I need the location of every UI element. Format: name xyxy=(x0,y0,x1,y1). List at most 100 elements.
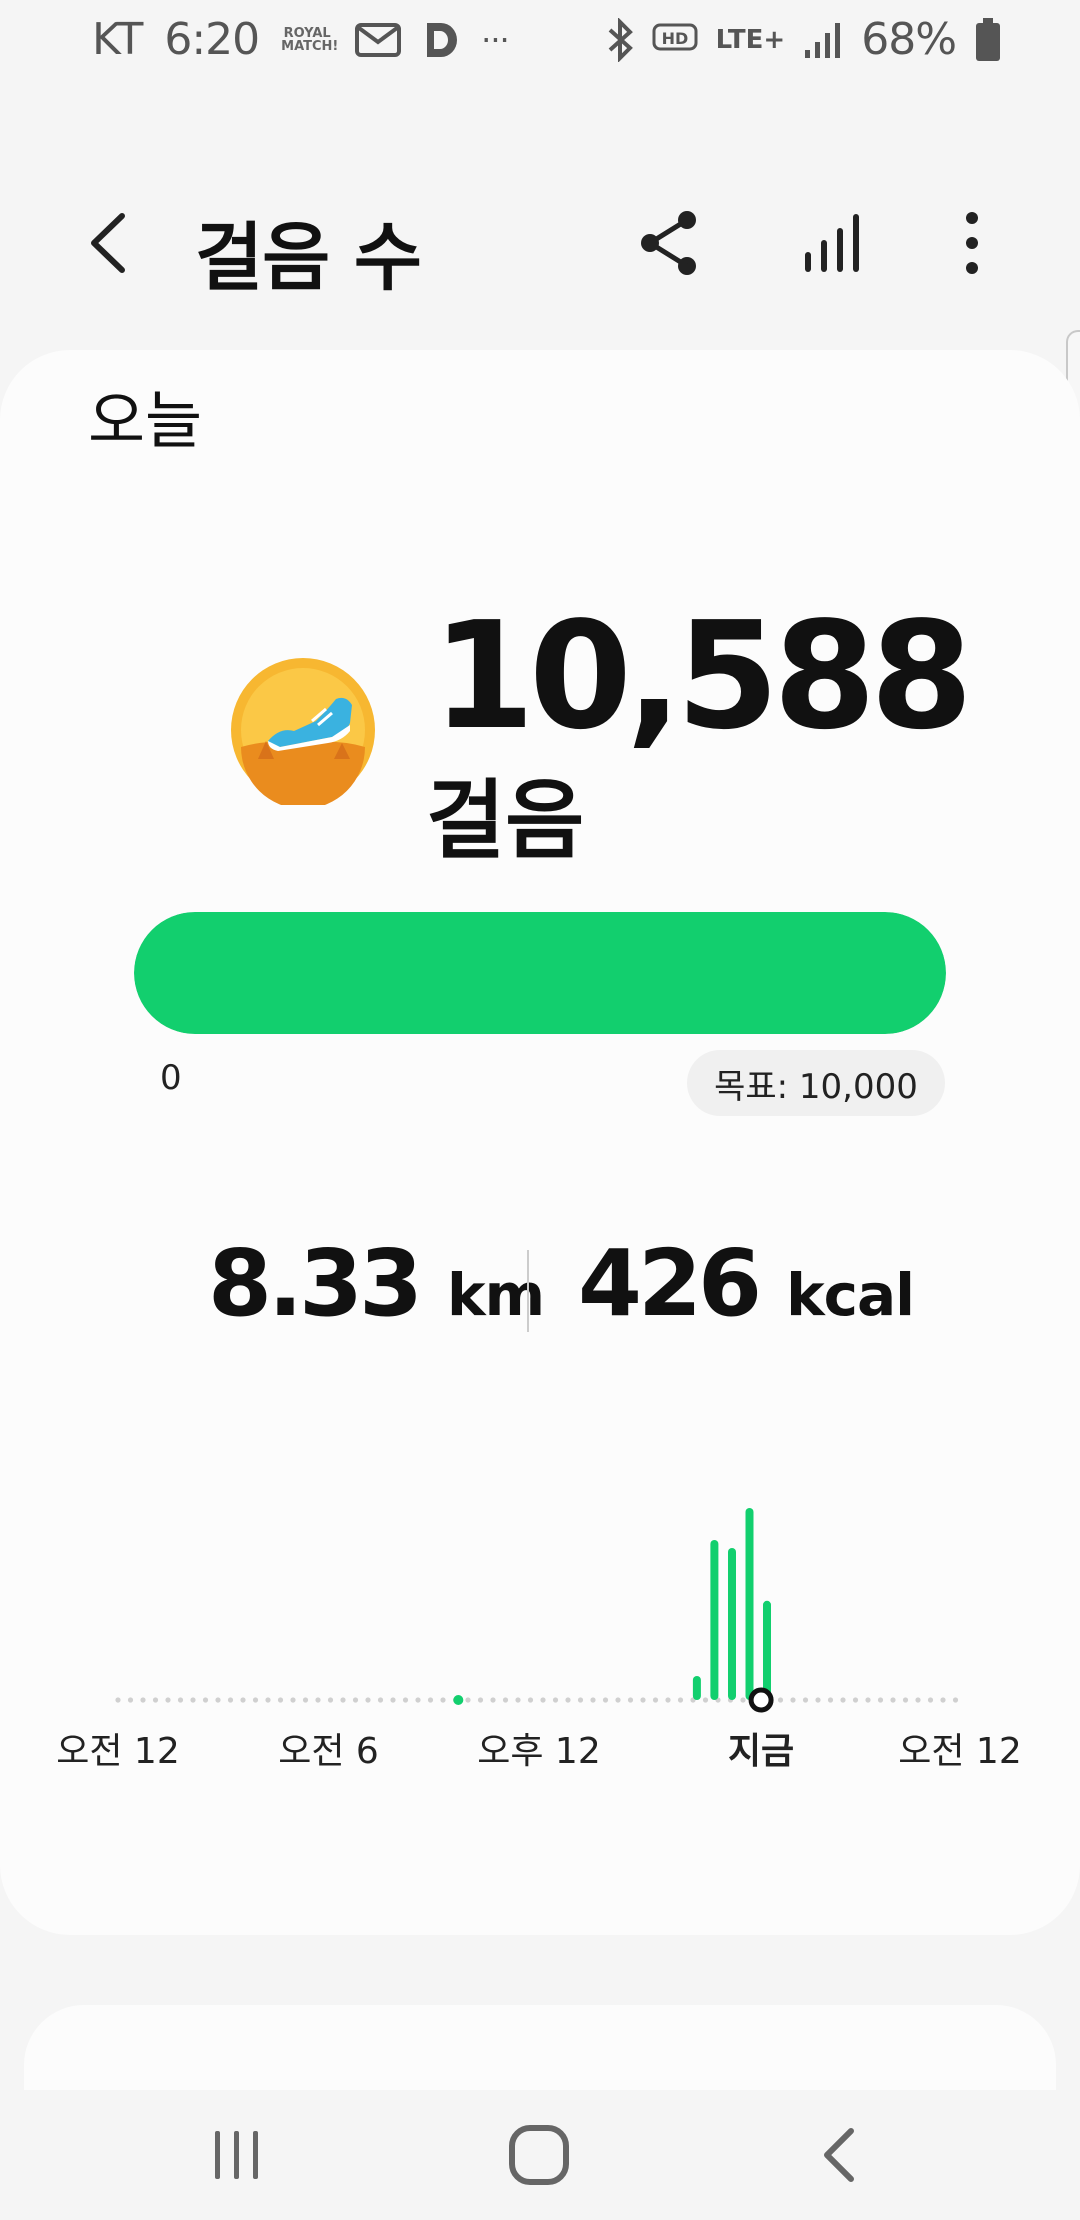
baseline-dot xyxy=(190,1697,196,1703)
baseline-dot xyxy=(615,1697,621,1703)
steps-unit: 걸음 xyxy=(426,771,585,871)
navigation-bar xyxy=(0,2090,1080,2220)
baseline-dot xyxy=(665,1697,671,1703)
bluetooth-icon xyxy=(606,17,634,62)
back-icon xyxy=(824,2128,854,2182)
baseline-dot xyxy=(402,1697,409,1703)
current-time-marker xyxy=(748,1687,774,1713)
baseline-dot xyxy=(540,1697,546,1703)
signal-icon xyxy=(803,20,843,60)
time-label: 오후 12 xyxy=(477,1731,601,1772)
baseline-dot xyxy=(565,1697,571,1703)
baseline-dot xyxy=(302,1697,309,1703)
baseline-dot xyxy=(490,1697,496,1703)
home-icon xyxy=(509,2125,569,2185)
baseline-dot xyxy=(802,1697,809,1703)
baseline-dot xyxy=(252,1697,259,1703)
baseline-dot xyxy=(240,1697,246,1703)
step-goal-progress-bar xyxy=(134,912,946,1034)
baseline-dot xyxy=(277,1697,284,1703)
baseline-dot xyxy=(177,1697,184,1703)
chart-bar xyxy=(710,1540,719,1700)
baseline-dot xyxy=(152,1697,159,1703)
baseline-dot xyxy=(927,1697,934,1703)
baseline-dot xyxy=(377,1697,384,1703)
period-label: 오늘 xyxy=(88,384,203,457)
baseline-dot xyxy=(390,1697,396,1703)
baseline-dot xyxy=(915,1697,921,1703)
status-right: HD LTE+ 68% xyxy=(606,14,1002,65)
baseline-dot xyxy=(952,1697,959,1703)
goal-button[interactable]: 목표: 10,000 xyxy=(687,1050,945,1116)
baseline-dot xyxy=(902,1697,909,1703)
baseline-dot xyxy=(427,1697,434,1703)
baseline-dot xyxy=(352,1697,359,1703)
calories-stat: 426 kcal xyxy=(578,1230,915,1337)
trends-button[interactable] xyxy=(798,208,868,278)
nav-back-button[interactable] xyxy=(796,2110,886,2200)
hd-voice-icon: HD xyxy=(652,23,698,57)
baseline-dot xyxy=(627,1697,634,1703)
time-label: 오전 6 xyxy=(278,1731,379,1772)
more-options-button[interactable] xyxy=(952,208,992,278)
distance-value: 8.33 xyxy=(208,1230,423,1337)
baseline-dot xyxy=(340,1697,346,1703)
baseline-dot xyxy=(477,1697,484,1703)
more-notifications: ··· xyxy=(481,20,509,59)
baseline-dot xyxy=(740,1697,746,1703)
svg-text:HD: HD xyxy=(661,29,688,48)
battery-percent: 68% xyxy=(861,14,957,65)
baseline-dot xyxy=(227,1697,234,1703)
progress-min-label: 0 xyxy=(160,1058,182,1098)
step-goal-badge-icon xyxy=(228,655,378,809)
baseline-dot xyxy=(790,1697,796,1703)
chart-bar xyxy=(763,1600,771,1700)
baseline-dot xyxy=(202,1697,209,1703)
home-button[interactable] xyxy=(494,2110,584,2200)
share-button[interactable] xyxy=(635,208,705,278)
page-title: 걸음 수 xyxy=(195,215,422,301)
baseline-dot xyxy=(165,1697,171,1703)
hourly-steps-chart[interactable]: 오전 12 오전 6 오후 12 지금 오전 12 xyxy=(0,1480,1080,1810)
steps-card: 오늘 10,588 걸음 0 목표: 10,000 8.33 km 426 kc… xyxy=(0,350,1080,1935)
time-label: 오전 12 xyxy=(56,1731,180,1772)
chart-bar xyxy=(728,1548,736,1700)
baseline-dot xyxy=(940,1697,946,1703)
network-type: LTE+ xyxy=(715,24,786,55)
baseline-dot xyxy=(527,1697,534,1703)
screen: KT 6:20 ROYAL MATCH! ··· HD LTE+ 68% 걸음 … xyxy=(0,0,1080,2220)
baseline-dot xyxy=(890,1697,896,1703)
baseline-dot xyxy=(265,1697,271,1703)
chart-bar xyxy=(745,1508,754,1700)
baseline-dot xyxy=(215,1697,221,1703)
progress-fill xyxy=(134,912,946,1034)
baseline-dot xyxy=(852,1697,859,1703)
stats-row: 8.33 km 426 kcal xyxy=(0,1230,1080,1340)
baseline-dot xyxy=(515,1697,521,1703)
baseline-dot xyxy=(327,1697,334,1703)
time-label-now: 지금 xyxy=(727,1731,795,1772)
carrier: KT xyxy=(92,14,143,65)
royal-match-icon: ROYAL MATCH! xyxy=(281,25,339,54)
clock: 6:20 xyxy=(164,14,260,65)
recents-button[interactable] xyxy=(192,2110,282,2200)
baseline-dot xyxy=(652,1697,659,1703)
baseline-dot xyxy=(677,1697,684,1703)
baseline-dot xyxy=(577,1697,584,1703)
time-label: 오전 12 xyxy=(898,1731,1022,1772)
baseline-dot xyxy=(777,1697,784,1703)
stats-divider xyxy=(527,1250,529,1332)
baseline-dot xyxy=(365,1697,371,1703)
back-button[interactable] xyxy=(78,208,148,278)
chart-bar xyxy=(692,1676,701,1700)
baseline-dot xyxy=(877,1697,884,1703)
baseline-dot xyxy=(602,1697,609,1703)
baseline-dot xyxy=(815,1697,821,1703)
baseline-dot xyxy=(865,1697,871,1703)
recents-icon xyxy=(215,2131,258,2179)
status-bar: KT 6:20 ROYAL MATCH! ··· HD LTE+ 68% xyxy=(0,0,1080,90)
app-header: 걸음 수 xyxy=(0,190,1080,301)
baseline-dot xyxy=(290,1697,296,1703)
baseline-dot xyxy=(115,1697,121,1703)
baseline-dot xyxy=(702,1697,709,1703)
